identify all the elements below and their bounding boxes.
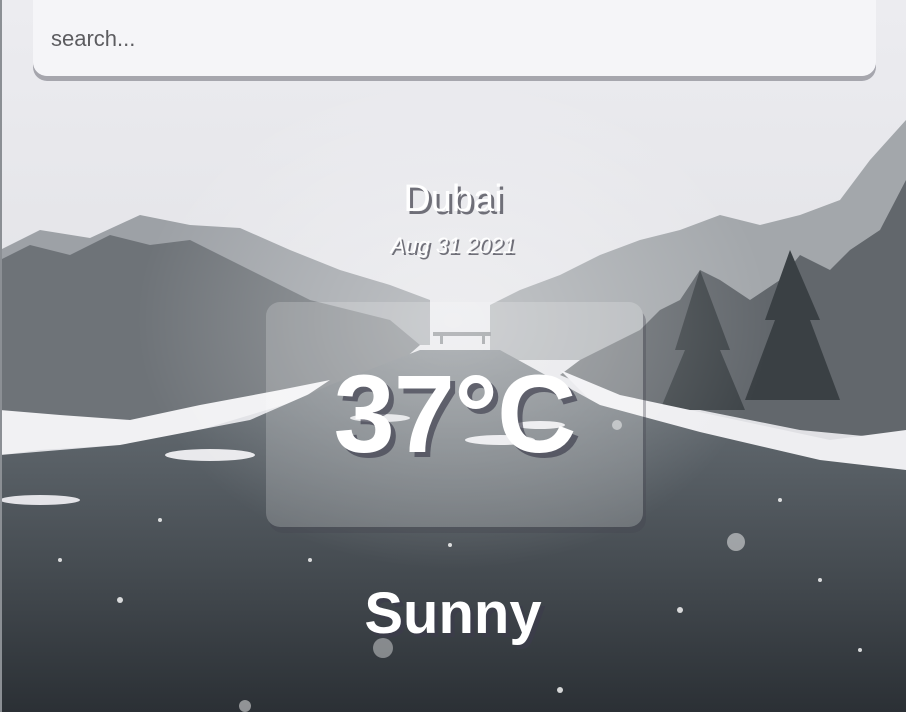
weather-condition: Sunny [364, 581, 542, 646]
location-city: Dubai [403, 178, 503, 220]
location-date: Aug 31 2021 [390, 233, 516, 258]
temperature-value: 37°C [333, 353, 577, 476]
search-bar [33, 0, 876, 76]
temperature-card: 37°C [266, 302, 643, 527]
search-input[interactable] [51, 22, 851, 56]
